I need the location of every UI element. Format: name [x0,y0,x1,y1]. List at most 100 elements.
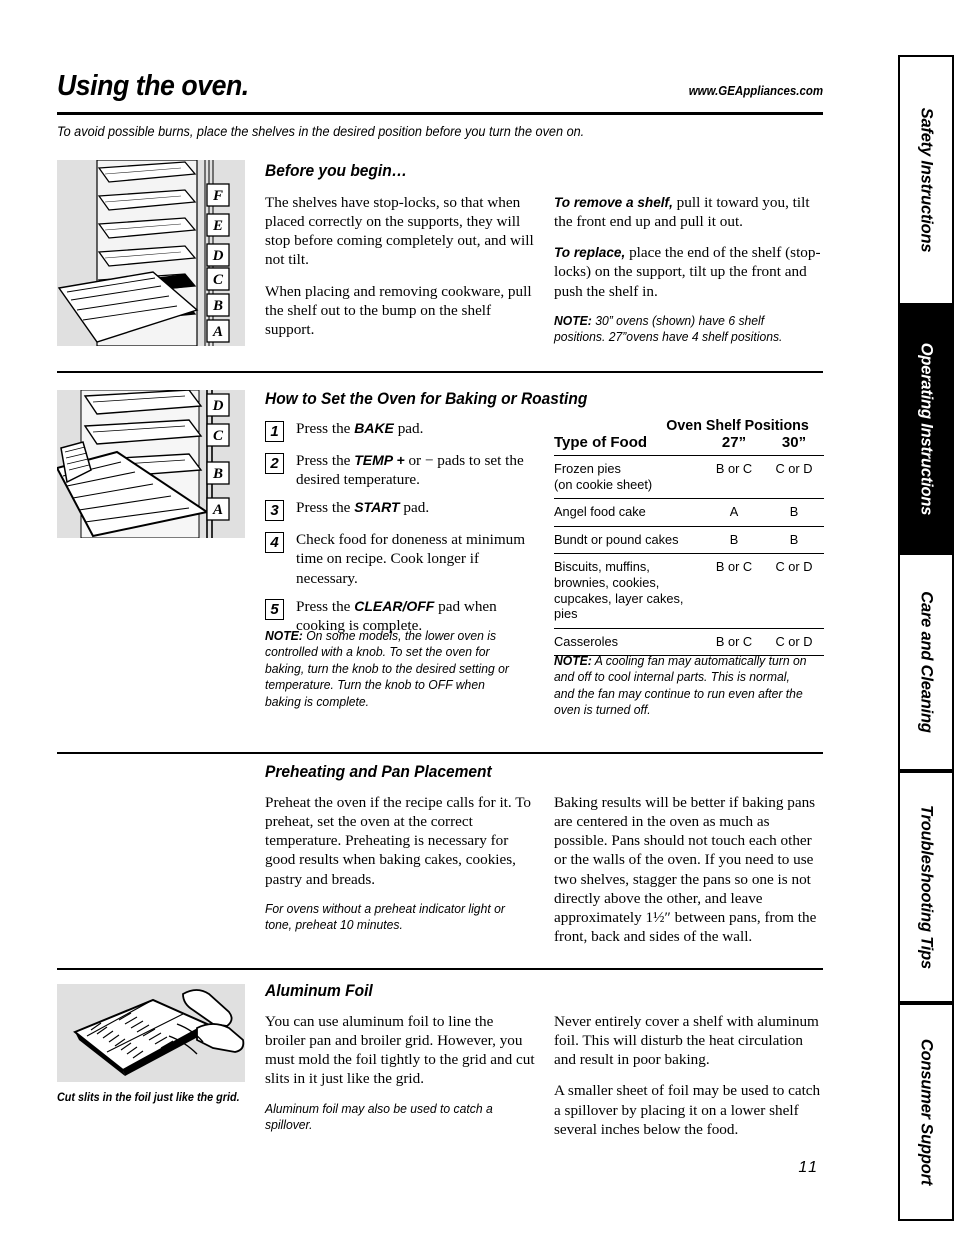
step-text: Press the START pad. [296,498,429,517]
section-aluminum-foil: Cut slits in the foil just like the grid… [57,982,823,1162]
cell-30in: C or D [764,553,824,629]
svg-text:C: C [213,272,224,288]
table-header-row: Type of Food 27” 30” [554,434,824,456]
tab-safety-instructions[interactable]: Safety Instructions [898,55,954,305]
table-row: Frozen pies (on cookie sheet) B or C C or… [554,455,824,500]
cell-30in: C or D [764,628,824,657]
heading-aluminum-foil: Aluminum Foil [265,982,373,1000]
svg-text:A: A [212,502,223,518]
step-text-before: Press the [296,499,355,517]
step-text-before: Press the [296,597,355,615]
note-shelf-positions: NOTE: 30” ovens (shown) have 6 shelf pos… [554,313,810,346]
cell-food: Bundt or pound cakes [554,526,704,555]
cell-30in: B [764,526,824,555]
section-divider-3 [57,968,823,970]
tab-troubleshooting-tips[interactable]: Troubleshooting Tips [898,771,954,1003]
intro-warning-text: To avoid possible burns, place the shelv… [57,124,585,139]
preheat-italic-note: For ovens without a preheat indicator li… [265,900,505,933]
tab-label: Consumer Support [917,1038,936,1186]
baking-steps-list: 1 Press the BAKE pad. 2 Press the TEMP +… [265,419,537,644]
tab-consumer-support[interactable]: Consumer Support [898,1003,954,1221]
page-title: Using the oven. [57,70,249,102]
note-label: NOTE: [554,312,592,328]
before-you-begin-left-column: The shelves have stop-locks, so that whe… [265,193,537,339]
figure-shelf-positions-27in: D C B A [57,390,245,538]
list-item-step: 2 Press the TEMP + or − pads to set the … [265,451,537,489]
step-text-after: pad. [399,499,430,517]
figure-caption-foil-grid: Cut slits in the foil just like the grid… [57,1092,240,1104]
page-number: 11 [798,1159,819,1176]
step-text: Press the TEMP + or − pads to set the de… [296,451,537,489]
section-tab-rail: Safety Instructions Operating Instructio… [898,55,954,1221]
keypad-label: CLEAR/OFF [354,597,435,614]
preheating-left-column: Preheat the oven if the recipe calls for… [265,793,537,933]
table-row: Bundt or pound cakes B B [554,526,824,555]
note-text: A cooling fan may automatically turn on … [554,653,807,718]
oven-shelf-positions-table-wrapper: Oven Shelf Positions Type of Food 27” 30… [554,417,824,657]
table-title: Oven Shelf Positions [666,417,809,434]
step-text-before: Check food for doneness at minimum time … [296,531,526,587]
before-you-begin-right-column: To remove a shelf, pull it toward you, t… [554,193,823,345]
note-lower-oven-knob: NOTE: On some models, the lower oven is … [265,628,523,710]
note-label: NOTE: [265,628,303,643]
cell-30in: C or D [764,455,824,500]
paragraph-replace-shelf: To replace, place the end of the shelf (… [554,243,823,300]
tab-label: Troubleshooting Tips [917,804,936,970]
svg-text:B: B [212,466,223,482]
column-header-food: Type of Food [554,434,704,456]
section-preheating-pan-placement: Preheating and Pan Placement Preheat the… [57,763,823,958]
cell-food: Casseroles [554,628,704,657]
paragraph: A smaller sheet of foil may be used to c… [554,1082,821,1138]
paragraph: Baking results will be better if baking … [554,794,817,945]
keypad-label: BAKE [354,420,394,436]
heading-before-you-begin: Before you begin… [265,162,408,180]
paragraph-remove-shelf: To remove a shelf, pull it toward you, t… [554,193,823,231]
figure-shelf-positions-30in: F E D C B A [57,160,245,346]
aluminum-foil-left-column: You can use aluminum foil to line the br… [265,1012,537,1133]
lead-to-replace: To replace, [554,245,626,261]
website-url: www.GEAppliances.com [688,84,823,98]
cell-30in: B [764,498,824,527]
paragraph: When placing and removing cookware, pull… [265,282,532,338]
header-rule [57,112,823,115]
cell-food: Frozen pies (on cookie sheet) [554,455,704,500]
tab-care-and-cleaning[interactable]: Care and Cleaning [898,553,954,771]
list-item-step: 1 Press the BAKE pad. [265,419,537,442]
lead-remove-a-shelf: To remove a shelf, [554,195,673,210]
step-text-before: Press the [296,420,355,437]
column-header-27in: 27” [704,434,764,456]
broiler-pan-hands-icon [57,984,245,1082]
step-number: 5 [265,598,284,620]
keypad-label: TEMP + [354,452,405,468]
section-divider-1 [57,371,823,373]
table-row: Biscuits, muffins, brownies, cookies, cu… [554,553,824,629]
step-text-before: Press the [296,452,355,469]
step-text: Check food for doneness at minimum time … [296,530,537,587]
section-before-you-begin: F E D C B A Before you begin… The shelve… [57,160,823,355]
paragraph: The shelves have stop-locks, so that whe… [265,194,534,269]
svg-text:D: D [212,398,224,414]
page-header: Using the oven. www.GEAppliances.com [57,72,823,101]
table-row: Angel food cake A B [554,498,824,527]
svg-text:B: B [212,298,223,314]
list-item-step: 4 Check food for doneness at minimum tim… [265,530,537,587]
heading-baking-roasting: How to Set the Oven for Baking or Roasti… [265,390,588,408]
heading-preheating: Preheating and Pan Placement [265,763,492,781]
svg-text:A: A [212,324,223,340]
cell-27in: B or C [704,455,764,500]
paragraph: Never entirely cover a shelf with alumin… [554,1013,819,1069]
table-row: Casseroles B or C C or D [554,628,824,657]
cell-food-main: Frozen pies [554,461,621,476]
svg-text:E: E [212,218,223,234]
cell-27in: B or C [704,628,764,657]
paragraph: Preheat the oven if the recipe calls for… [265,794,532,888]
cell-27in: B [704,526,764,555]
aluminum-foil-right-column: Never entirely cover a shelf with alumin… [554,1012,826,1139]
tab-operating-instructions[interactable]: Operating Instructions [898,305,954,553]
oven-shelf-diagram-icon: F E D C B A [57,160,245,346]
paragraph: You can use aluminum foil to line the br… [265,1013,535,1088]
cell-food-sub: (on cookie sheet) [554,476,653,492]
cell-food: Biscuits, muffins, brownies, cookies, cu… [554,553,704,629]
step-text-after: pad. [393,420,424,437]
tab-label: Operating Instructions [917,342,936,516]
